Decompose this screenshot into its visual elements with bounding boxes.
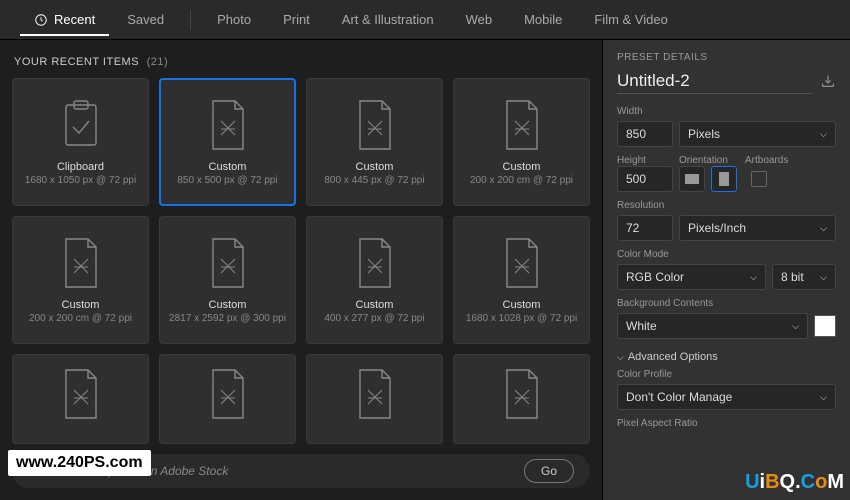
card-title: Custom: [503, 161, 541, 173]
card-title: Custom: [62, 299, 100, 311]
card-title: Custom: [356, 161, 394, 173]
card-title: Clipboard: [57, 161, 104, 173]
orientation-portrait-button[interactable]: [711, 166, 737, 192]
tab-label: Web: [466, 12, 493, 27]
resolution-unit-select[interactable]: Pixels/Inch ⌵: [679, 215, 836, 241]
select-value: Pixels: [688, 127, 720, 141]
tab-label: Print: [283, 12, 310, 27]
tab-label: Art & Illustration: [342, 12, 434, 27]
section-title: YOUR RECENT ITEMS: [14, 56, 139, 68]
tab-web[interactable]: Web: [452, 4, 507, 35]
clock-icon: [34, 13, 48, 27]
height-input[interactable]: [617, 166, 673, 192]
select-value: Don't Color Manage: [626, 390, 732, 404]
tab-mobile[interactable]: Mobile: [510, 4, 576, 35]
card-subtitle: 400 x 277 px @ 72 ppi: [324, 313, 424, 324]
watermark-240ps: www.240PS.com: [8, 450, 151, 476]
separator: [190, 10, 191, 30]
colormode-select[interactable]: RGB Color ⌵: [617, 264, 766, 290]
preset-card[interactable]: [453, 354, 590, 444]
preset-card[interactable]: Custom 200 x 200 cm @ 72 ppi: [453, 78, 590, 206]
card-subtitle: 1680 x 1050 px @ 72 ppi: [25, 175, 136, 186]
orientation-label: Orientation: [679, 155, 739, 166]
category-tabs: Recent Saved Photo Print Art & Illustrat…: [0, 0, 850, 40]
advanced-label: Advanced Options: [628, 351, 718, 363]
card-subtitle: 800 x 445 px @ 72 ppi: [324, 175, 424, 186]
tab-film[interactable]: Film & Video: [580, 4, 681, 35]
preset-card[interactable]: Custom 850 x 500 px @ 72 ppi: [159, 78, 296, 206]
card-subtitle: 200 x 200 cm @ 72 ppi: [470, 175, 573, 186]
chevron-down-icon: ⌵: [617, 352, 624, 363]
preset-grid: Clipboard 1680 x 1050 px @ 72 ppi Custom 85…: [12, 78, 590, 344]
tab-label: Mobile: [524, 12, 562, 27]
card-title: Custom: [209, 161, 247, 173]
tab-print[interactable]: Print: [269, 4, 324, 35]
document-name-input[interactable]: Untitled-2: [617, 71, 812, 94]
preset-card[interactable]: Custom 2817 x 2592 px @ 300 ppi: [159, 216, 296, 344]
color-profile-select[interactable]: Don't Color Manage ⌵: [617, 384, 836, 410]
colormode-label: Color Mode: [617, 249, 836, 260]
select-value: 8 bit: [781, 270, 804, 284]
section-count: (21): [147, 56, 169, 68]
select-value: White: [626, 319, 657, 333]
chevron-down-icon: ⌵: [820, 223, 827, 234]
preset-grid-row3: [12, 354, 590, 444]
width-input[interactable]: [617, 121, 673, 147]
card-title: Custom: [503, 299, 541, 311]
resolution-label: Resolution: [617, 200, 836, 211]
card-subtitle: 200 x 200 cm @ 72 ppi: [29, 313, 132, 324]
bg-label: Background Contents: [617, 298, 836, 309]
bg-select[interactable]: White ⌵: [617, 313, 808, 339]
preset-details-panel: PRESET DETAILS Untitled-2 Width Pixels ⌵ …: [602, 40, 850, 500]
presets-area: YOUR RECENT ITEMS (21) Clipboard 1680 x 1…: [0, 40, 602, 500]
tab-art[interactable]: Art & Illustration: [328, 4, 448, 35]
card-title: Custom: [209, 299, 247, 311]
save-preset-icon[interactable]: [820, 74, 836, 91]
resolution-input[interactable]: [617, 215, 673, 241]
preset-card[interactable]: Custom 1680 x 1028 px @ 72 ppi: [453, 216, 590, 344]
artboards-label: Artboards: [745, 155, 788, 166]
width-label: Width: [617, 106, 836, 117]
card-title: Custom: [356, 299, 394, 311]
preset-card[interactable]: Custom 800 x 445 px @ 72 ppi: [306, 78, 443, 206]
preset-card[interactable]: Custom 200 x 200 cm @ 72 ppi: [12, 216, 149, 344]
card-subtitle: 1680 x 1028 px @ 72 ppi: [466, 313, 577, 324]
card-subtitle: 2817 x 2592 px @ 300 ppi: [169, 313, 286, 324]
chevron-down-icon: ⌵: [792, 321, 799, 332]
height-label: Height: [617, 155, 673, 166]
tab-label: Saved: [127, 12, 164, 27]
preset-card[interactable]: [12, 354, 149, 444]
tab-saved[interactable]: Saved: [113, 4, 178, 35]
chevron-down-icon: ⌵: [750, 272, 757, 283]
artboards-checkbox[interactable]: [751, 171, 767, 187]
chevron-down-icon: ⌵: [820, 129, 827, 140]
section-header: YOUR RECENT ITEMS (21): [12, 52, 590, 78]
par-label: Pixel Aspect Ratio: [617, 418, 836, 429]
tab-label: Recent: [54, 12, 95, 27]
chevron-down-icon: ⌵: [820, 272, 827, 283]
card-subtitle: 850 x 500 px @ 72 ppi: [177, 175, 277, 186]
tab-recent[interactable]: Recent: [20, 4, 109, 35]
bitdepth-select[interactable]: 8 bit ⌵: [772, 264, 836, 290]
width-unit-select[interactable]: Pixels ⌵: [679, 121, 836, 147]
orientation-landscape-button[interactable]: [679, 166, 705, 192]
tab-label: Photo: [217, 12, 251, 27]
go-button[interactable]: Go: [524, 459, 574, 483]
bg-color-swatch[interactable]: [814, 315, 836, 337]
preset-card[interactable]: [306, 354, 443, 444]
watermark-uibq: UiBQ.CoM: [745, 471, 844, 494]
preset-card[interactable]: Custom 400 x 277 px @ 72 ppi: [306, 216, 443, 344]
select-value: RGB Color: [626, 270, 684, 284]
preset-card[interactable]: Clipboard 1680 x 1050 px @ 72 ppi: [12, 78, 149, 206]
tab-photo[interactable]: Photo: [203, 4, 265, 35]
chevron-down-icon: ⌵: [820, 392, 827, 403]
color-profile-label: Color Profile: [617, 369, 836, 380]
advanced-options-toggle[interactable]: ⌵ Advanced Options: [617, 351, 836, 363]
preset-card[interactable]: [159, 354, 296, 444]
panel-header: PRESET DETAILS: [617, 52, 836, 63]
tab-label: Film & Video: [594, 12, 667, 27]
select-value: Pixels/Inch: [688, 221, 746, 235]
